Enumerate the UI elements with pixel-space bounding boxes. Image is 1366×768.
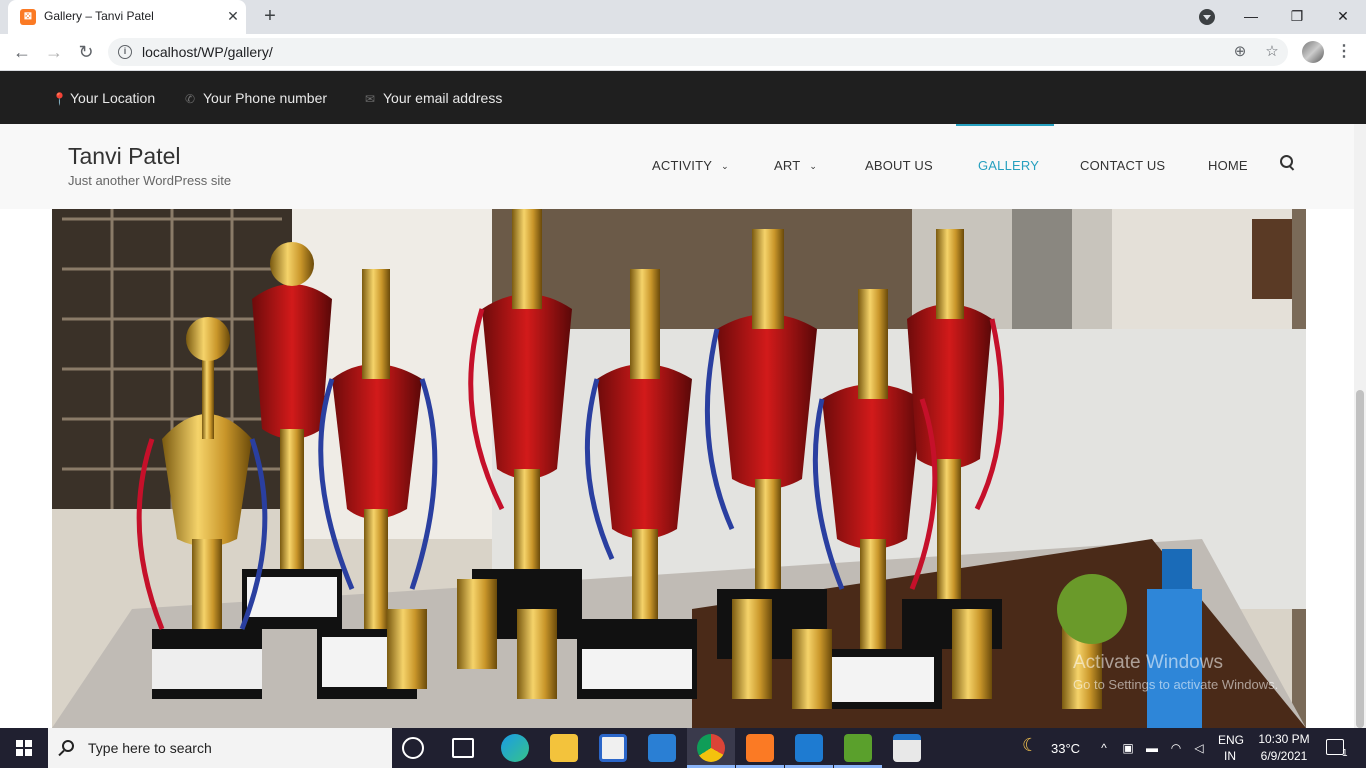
browser-tab[interactable]: ⊠ Gallery – Tanvi Patel ✕ <box>8 0 246 34</box>
xampp-favicon-icon: ⊠ <box>20 9 36 25</box>
meet-now-icon[interactable]: ▣ <box>1121 741 1135 755</box>
windows-taskbar: Type here to search ☾ 33°C ^ ▣ ▬ ◠ ◁ ENG… <box>0 728 1366 768</box>
url-text[interactable]: localhost/WP/gallery/ <box>142 44 273 60</box>
back-arrow-icon[interactable]: ← <box>10 40 34 64</box>
file-explorer-icon[interactable] <box>550 734 578 762</box>
nav-item-contact[interactable]: CONTACT US <box>1080 158 1165 173</box>
nav-item-about[interactable]: ABOUT US <box>865 158 933 173</box>
xampp-icon[interactable] <box>746 734 774 762</box>
language-bottom[interactable]: IN <box>1224 749 1236 763</box>
profile-avatar[interactable] <box>1302 41 1324 63</box>
chevron-down-icon: ⌄ <box>809 161 818 171</box>
browser-toolbar: ← → ↻ i localhost/WP/gallery/ ⊕ ☆ ⋮ <box>0 34 1366 71</box>
site-info-icon[interactable]: i <box>118 45 132 59</box>
nav-item-art[interactable]: ART ⌄ <box>774 158 817 173</box>
battery-icon[interactable]: ▬ <box>1145 741 1159 755</box>
active-nav-indicator <box>956 124 1054 126</box>
windows-logo-icon <box>16 740 32 756</box>
phone-info: ✆ Your Phone number <box>185 90 327 106</box>
notification-count: 1 <box>1342 748 1348 759</box>
edge-browser-icon[interactable] <box>501 734 529 762</box>
activate-windows-title: Activate Windows <box>1073 652 1223 673</box>
browser-tab-strip: ⊠ Gallery – Tanvi Patel ✕ + — ❐ ✕ <box>0 0 1366 34</box>
tab-search-icon[interactable] <box>1199 9 1215 25</box>
vscode-icon[interactable] <box>795 734 823 762</box>
cortana-icon[interactable] <box>402 737 424 759</box>
email-info: ✉ Your email address <box>365 90 502 106</box>
forward-arrow-icon[interactable]: → <box>42 40 66 64</box>
browser-menu-icon[interactable]: ⋮ <box>1336 41 1352 63</box>
map-pin-icon: 📍 <box>52 92 67 106</box>
tab-title: Gallery – Tanvi Patel <box>44 9 154 23</box>
clock-date[interactable]: 6/9/2021 <box>1256 749 1312 763</box>
language-top[interactable]: ENG <box>1218 733 1244 747</box>
start-button[interactable] <box>0 728 48 768</box>
temperature-text[interactable]: 33°C <box>1051 741 1080 756</box>
weather-moon-icon[interactable]: ☾ <box>1022 736 1038 754</box>
chrome-icon[interactable] <box>697 734 725 762</box>
activate-windows-subtitle: Go to Settings to activate Windows. <box>1073 677 1279 692</box>
new-tab-button[interactable]: + <box>258 5 282 29</box>
gallery-image[interactable] <box>52 209 1306 728</box>
nav-item-home[interactable]: HOME <box>1208 158 1248 173</box>
volume-icon[interactable]: ◁ <box>1192 741 1206 755</box>
site-tagline: Just another WordPress site <box>68 173 232 188</box>
page-scrollbar[interactable] <box>1354 124 1366 728</box>
tab-close-icon[interactable]: ✕ <box>224 7 242 25</box>
reload-icon[interactable]: ↻ <box>74 40 98 64</box>
nav-label-art: ART <box>774 158 801 173</box>
restore-button[interactable]: ❐ <box>1282 4 1312 28</box>
wifi-icon[interactable]: ◠ <box>1169 741 1183 755</box>
search-icon <box>62 740 74 752</box>
clock-time[interactable]: 10:30 PM <box>1256 732 1312 746</box>
taskbar-search-placeholder: Type here to search <box>88 740 212 756</box>
nav-label-activity: ACTIVITY <box>652 158 713 173</box>
email-text: Your email address <box>383 90 503 106</box>
address-bar[interactable]: i localhost/WP/gallery/ ⊕ ☆ <box>108 38 1288 66</box>
location-info: 📍 Your Location <box>52 90 155 106</box>
chevron-up-icon[interactable]: ^ <box>1097 741 1111 755</box>
location-text: Your Location <box>70 90 156 106</box>
nav-item-gallery[interactable]: GALLERY <box>978 158 1039 173</box>
search-icon[interactable] <box>1280 155 1296 171</box>
notepad-plus-icon[interactable] <box>844 734 872 762</box>
nav-item-activity[interactable]: ACTIVITY ⌄ <box>652 158 729 173</box>
task-view-icon[interactable] <box>452 738 474 758</box>
envelope-icon: ✉ <box>365 92 376 106</box>
app-window-icon[interactable] <box>893 734 921 762</box>
minimize-button[interactable]: — <box>1236 4 1266 28</box>
bookmark-star-icon[interactable]: ☆ <box>1262 42 1282 62</box>
site-title[interactable]: Tanvi Patel <box>68 143 181 170</box>
chevron-down-icon: ⌄ <box>721 161 729 171</box>
site-top-bar: 📍 Your Location ✆ Your Phone number ✉ Your … <box>0 71 1366 124</box>
microsoft-store-icon[interactable] <box>599 734 627 762</box>
scrollbar-thumb[interactable] <box>1356 390 1364 728</box>
taskbar-search-box[interactable]: Type here to search <box>48 728 392 768</box>
phone-icon: ✆ <box>185 92 196 106</box>
trophies-photo <box>52 209 1306 728</box>
site-header: Tanvi Patel Just another WordPress site … <box>0 124 1366 209</box>
phone-text: Your Phone number <box>203 90 328 106</box>
zoom-icon[interactable]: ⊕ <box>1230 42 1250 62</box>
close-window-button[interactable]: ✕ <box>1328 4 1358 28</box>
mail-icon[interactable] <box>648 734 676 762</box>
